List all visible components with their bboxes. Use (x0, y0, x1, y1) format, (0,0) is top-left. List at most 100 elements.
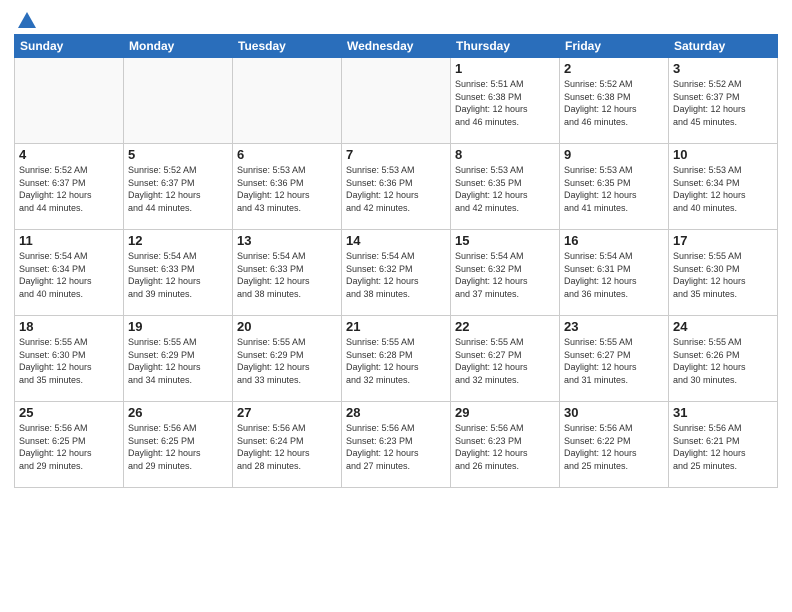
day-number: 12 (128, 233, 228, 248)
day-number: 22 (455, 319, 555, 334)
day-header-sunday: Sunday (15, 35, 124, 58)
calendar-cell: 7 Sunrise: 5:53 AM Sunset: 6:36 PM Daylig… (342, 144, 451, 230)
cell-info: Sunrise: 5:53 AM Sunset: 6:36 PM Dayligh… (237, 164, 337, 214)
cell-info: Sunrise: 5:54 AM Sunset: 6:33 PM Dayligh… (128, 250, 228, 300)
day-number: 7 (346, 147, 446, 162)
cell-info: Sunrise: 5:54 AM Sunset: 6:33 PM Dayligh… (237, 250, 337, 300)
calendar-cell: 24 Sunrise: 5:55 AM Sunset: 6:26 PM Dayli… (669, 316, 778, 402)
calendar-cell: 20 Sunrise: 5:55 AM Sunset: 6:29 PM Dayli… (233, 316, 342, 402)
calendar-cell (233, 58, 342, 144)
day-number: 20 (237, 319, 337, 334)
day-number: 29 (455, 405, 555, 420)
calendar-cell: 21Sunrise: 5:55 AM Sunset: 6:28 PM Dayli… (342, 316, 451, 402)
day-number: 18 (19, 319, 119, 334)
day-number: 25 (19, 405, 119, 420)
cell-info: Sunrise: 5:56 AM Sunset: 6:24 PM Dayligh… (237, 422, 337, 472)
cell-info: Sunrise: 5:52 AM Sunset: 6:37 PM Dayligh… (673, 78, 773, 128)
calendar-cell: 25 Sunrise: 5:56 AM Sunset: 6:25 PM Dayli… (15, 402, 124, 488)
calendar-cell: 2Sunrise: 5:52 AM Sunset: 6:38 PM Daylig… (560, 58, 669, 144)
cell-info: Sunrise: 5:53 AM Sunset: 6:35 PM Dayligh… (455, 164, 555, 214)
cell-info: Sunrise: 5:54 AM Sunset: 6:32 PM Dayligh… (346, 250, 446, 300)
day-number: 15 (455, 233, 555, 248)
calendar-cell: 18 Sunrise: 5:55 AM Sunset: 6:30 PM Dayli… (15, 316, 124, 402)
logo (14, 10, 38, 28)
calendar-cell: 16Sunrise: 5:54 AM Sunset: 6:31 PM Dayli… (560, 230, 669, 316)
day-number: 13 (237, 233, 337, 248)
day-number: 8 (455, 147, 555, 162)
day-number: 14 (346, 233, 446, 248)
logo-icon (16, 10, 38, 32)
cell-info: Sunrise: 5:56 AM Sunset: 6:23 PM Dayligh… (455, 422, 555, 472)
day-number: 31 (673, 405, 773, 420)
calendar-header-row: SundayMondayTuesdayWednesdayThursdayFrid… (15, 35, 778, 58)
day-number: 17 (673, 233, 773, 248)
cell-info: Sunrise: 5:56 AM Sunset: 6:21 PM Dayligh… (673, 422, 773, 472)
cell-info: Sunrise: 5:52 AM Sunset: 6:37 PM Dayligh… (19, 164, 119, 214)
calendar-cell (15, 58, 124, 144)
day-header-tuesday: Tuesday (233, 35, 342, 58)
calendar-cell: 12 Sunrise: 5:54 AM Sunset: 6:33 PM Dayli… (124, 230, 233, 316)
day-header-thursday: Thursday (451, 35, 560, 58)
day-number: 5 (128, 147, 228, 162)
calendar-cell: 14 Sunrise: 5:54 AM Sunset: 6:32 PM Dayli… (342, 230, 451, 316)
day-header-saturday: Saturday (669, 35, 778, 58)
day-number: 30 (564, 405, 664, 420)
calendar-cell: 3 Sunrise: 5:52 AM Sunset: 6:37 PM Daylig… (669, 58, 778, 144)
cell-info: Sunrise: 5:55 AM Sunset: 6:28 PM Dayligh… (346, 336, 446, 386)
calendar-cell: 5 Sunrise: 5:52 AM Sunset: 6:37 PM Daylig… (124, 144, 233, 230)
cell-info: Sunrise: 5:51 AM Sunset: 6:38 PM Dayligh… (455, 78, 555, 128)
cell-info: Sunrise: 5:55 AM Sunset: 6:30 PM Dayligh… (673, 250, 773, 300)
header (14, 10, 778, 28)
cell-info: Sunrise: 5:55 AM Sunset: 6:26 PM Dayligh… (673, 336, 773, 386)
day-number: 9 (564, 147, 664, 162)
day-number: 26 (128, 405, 228, 420)
day-number: 6 (237, 147, 337, 162)
cell-info: Sunrise: 5:55 AM Sunset: 6:29 PM Dayligh… (237, 336, 337, 386)
calendar-cell: 22Sunrise: 5:55 AM Sunset: 6:27 PM Dayli… (451, 316, 560, 402)
cell-info: Sunrise: 5:54 AM Sunset: 6:31 PM Dayligh… (564, 250, 664, 300)
day-number: 3 (673, 61, 773, 76)
calendar-week-2: 4 Sunrise: 5:52 AM Sunset: 6:37 PM Daylig… (15, 144, 778, 230)
cell-info: Sunrise: 5:55 AM Sunset: 6:27 PM Dayligh… (564, 336, 664, 386)
calendar-cell: 10 Sunrise: 5:53 AM Sunset: 6:34 PM Dayli… (669, 144, 778, 230)
cell-info: Sunrise: 5:53 AM Sunset: 6:35 PM Dayligh… (564, 164, 664, 214)
day-number: 28 (346, 405, 446, 420)
cell-info: Sunrise: 5:52 AM Sunset: 6:38 PM Dayligh… (564, 78, 664, 128)
day-number: 19 (128, 319, 228, 334)
calendar-week-3: 11Sunrise: 5:54 AM Sunset: 6:34 PM Dayli… (15, 230, 778, 316)
cell-info: Sunrise: 5:53 AM Sunset: 6:36 PM Dayligh… (346, 164, 446, 214)
page: SundayMondayTuesdayWednesdayThursdayFrid… (0, 0, 792, 612)
calendar-cell: 29 Sunrise: 5:56 AM Sunset: 6:23 PM Dayli… (451, 402, 560, 488)
cell-info: Sunrise: 5:56 AM Sunset: 6:23 PM Dayligh… (346, 422, 446, 472)
calendar-cell: 1 Sunrise: 5:51 AM Sunset: 6:38 PM Daylig… (451, 58, 560, 144)
cell-info: Sunrise: 5:54 AM Sunset: 6:32 PM Dayligh… (455, 250, 555, 300)
day-number: 1 (455, 61, 555, 76)
day-number: 24 (673, 319, 773, 334)
day-header-wednesday: Wednesday (342, 35, 451, 58)
calendar-cell: 13 Sunrise: 5:54 AM Sunset: 6:33 PM Dayli… (233, 230, 342, 316)
cell-info: Sunrise: 5:53 AM Sunset: 6:34 PM Dayligh… (673, 164, 773, 214)
cell-info: Sunrise: 5:52 AM Sunset: 6:37 PM Dayligh… (128, 164, 228, 214)
calendar-week-5: 25 Sunrise: 5:56 AM Sunset: 6:25 PM Dayli… (15, 402, 778, 488)
cell-info: Sunrise: 5:55 AM Sunset: 6:29 PM Dayligh… (128, 336, 228, 386)
calendar-cell: 9 Sunrise: 5:53 AM Sunset: 6:35 PM Daylig… (560, 144, 669, 230)
day-number: 10 (673, 147, 773, 162)
calendar: SundayMondayTuesdayWednesdayThursdayFrid… (14, 34, 778, 488)
day-header-friday: Friday (560, 35, 669, 58)
calendar-cell (124, 58, 233, 144)
calendar-cell: 15 Sunrise: 5:54 AM Sunset: 6:32 PM Dayli… (451, 230, 560, 316)
calendar-cell: 30Sunrise: 5:56 AM Sunset: 6:22 PM Dayli… (560, 402, 669, 488)
calendar-cell: 8 Sunrise: 5:53 AM Sunset: 6:35 PM Daylig… (451, 144, 560, 230)
calendar-cell: 28 Sunrise: 5:56 AM Sunset: 6:23 PM Dayli… (342, 402, 451, 488)
calendar-cell: 4 Sunrise: 5:52 AM Sunset: 6:37 PM Daylig… (15, 144, 124, 230)
calendar-cell: 6 Sunrise: 5:53 AM Sunset: 6:36 PM Daylig… (233, 144, 342, 230)
calendar-cell: 31 Sunrise: 5:56 AM Sunset: 6:21 PM Dayli… (669, 402, 778, 488)
day-number: 11 (19, 233, 119, 248)
calendar-cell: 19 Sunrise: 5:55 AM Sunset: 6:29 PM Dayli… (124, 316, 233, 402)
cell-info: Sunrise: 5:56 AM Sunset: 6:25 PM Dayligh… (128, 422, 228, 472)
cell-info: Sunrise: 5:56 AM Sunset: 6:25 PM Dayligh… (19, 422, 119, 472)
cell-info: Sunrise: 5:55 AM Sunset: 6:30 PM Dayligh… (19, 336, 119, 386)
day-number: 23 (564, 319, 664, 334)
calendar-cell: 27Sunrise: 5:56 AM Sunset: 6:24 PM Dayli… (233, 402, 342, 488)
day-number: 4 (19, 147, 119, 162)
